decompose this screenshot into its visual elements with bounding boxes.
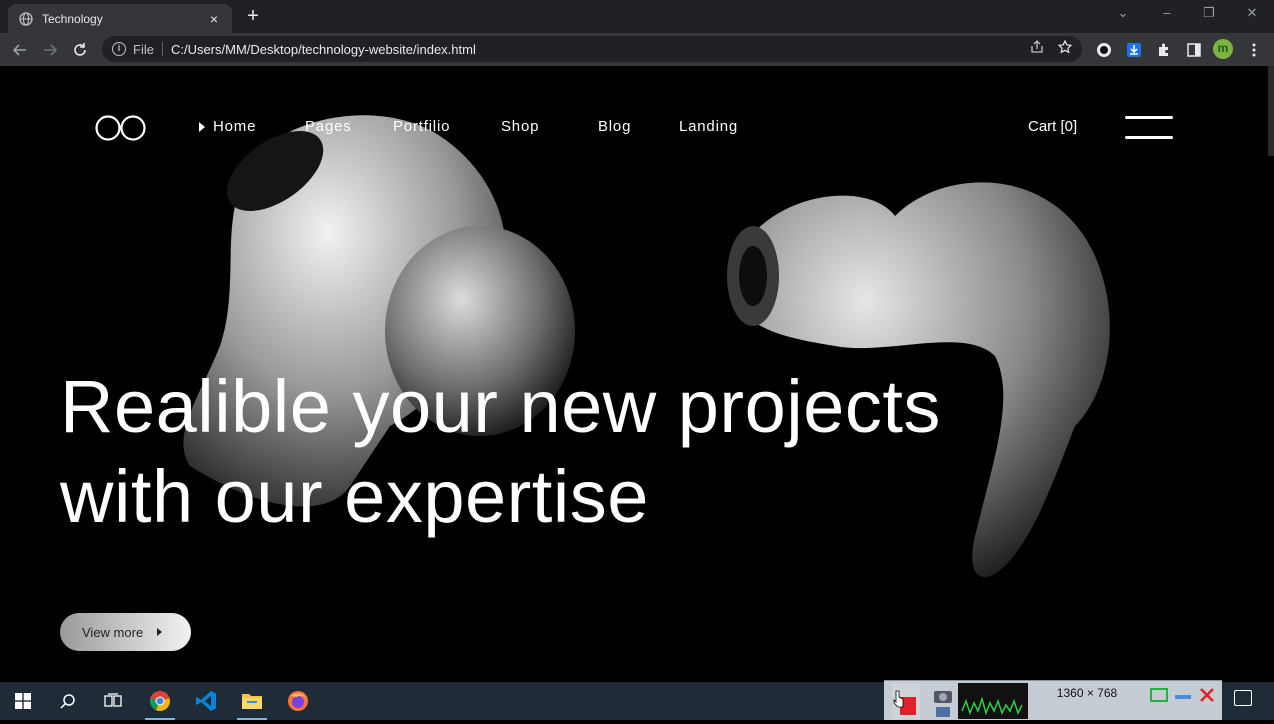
- browser-toolbar: i File C:/Users/MM/Desktop/technology-we…: [0, 33, 1274, 66]
- recorder-size-label: 1360 × 768: [1056, 686, 1118, 700]
- hero-section: Home Pages Portfilio Shop Blog Landing C…: [0, 66, 1274, 682]
- nav-portfolio[interactable]: Portfilio: [393, 118, 450, 135]
- url-text[interactable]: C:/Users/MM/Desktop/technology-website/i…: [171, 42, 1030, 57]
- globe-icon: [18, 11, 34, 27]
- forward-icon[interactable]: [40, 40, 60, 60]
- view-more-label: View more: [82, 624, 144, 640]
- nav-shop[interactable]: Shop: [501, 118, 539, 135]
- bookmark-star-icon[interactable]: [1057, 39, 1073, 59]
- restore-icon[interactable]: ❐: [1199, 5, 1219, 21]
- hero-headline: Realible your new projects with our expe…: [60, 362, 1060, 542]
- back-icon[interactable]: [10, 40, 30, 60]
- minimize-icon[interactable]: –: [1157, 5, 1177, 20]
- task-view-icon[interactable]: [90, 682, 136, 720]
- caret-right-icon: [157, 628, 163, 636]
- notification-center-icon[interactable]: [1234, 690, 1252, 706]
- side-panel-icon[interactable]: [1184, 40, 1204, 60]
- nav-landing[interactable]: Landing: [679, 118, 738, 135]
- file-explorer-icon[interactable]: [229, 682, 275, 720]
- url-scheme: File: [133, 41, 154, 57]
- audio-meter: [958, 683, 1028, 719]
- firefox-icon[interactable]: [275, 682, 321, 720]
- search-icon[interactable]: [45, 682, 91, 720]
- extensions-puzzle-icon[interactable]: [1154, 40, 1174, 60]
- nav-home[interactable]: Home: [213, 118, 256, 135]
- tab-search-icon[interactable]: ⌄: [1113, 5, 1133, 21]
- hero-headline-line2: with our expertise: [60, 455, 649, 538]
- chrome-icon[interactable]: [137, 682, 183, 720]
- nav-pages[interactable]: Pages: [305, 118, 352, 135]
- close-red-icon[interactable]: [1196, 683, 1218, 719]
- download-extension-icon[interactable]: [1124, 40, 1144, 60]
- share-icon[interactable]: [1030, 39, 1044, 59]
- browser-tab[interactable]: Technology ×: [8, 4, 232, 33]
- extension-record-icon[interactable]: [1094, 40, 1114, 60]
- window-close-icon[interactable]: ✕: [1242, 5, 1262, 21]
- site-logo[interactable]: [95, 115, 147, 141]
- address-bar[interactable]: i File C:/Users/MM/Desktop/technology-we…: [102, 36, 1082, 62]
- active-nav-caret-icon: [199, 122, 205, 132]
- mouse-pointer-icon: [893, 690, 904, 708]
- site-info-icon[interactable]: i: [112, 42, 126, 56]
- start-icon[interactable]: [0, 682, 46, 720]
- browser-tab-strip: Technology × + ⌄ – ❐ ✕: [0, 0, 1274, 33]
- maximize-green-icon[interactable]: [1148, 683, 1170, 719]
- vscode-icon[interactable]: [183, 682, 229, 720]
- camera-icon[interactable]: [930, 683, 956, 719]
- page-scrollbar[interactable]: [1268, 66, 1274, 156]
- hero-headline-line1: Realible your new projects: [60, 365, 941, 448]
- minimize-blue-icon[interactable]: [1172, 683, 1194, 719]
- nav-blog[interactable]: Blog: [598, 118, 631, 135]
- reload-icon[interactable]: [70, 40, 90, 60]
- tab-title: Technology: [42, 11, 103, 26]
- menu-kebab-icon[interactable]: [1244, 40, 1264, 60]
- profile-avatar[interactable]: m: [1213, 39, 1233, 59]
- divider: [161, 42, 163, 56]
- close-tab-icon[interactable]: ×: [206, 11, 222, 27]
- cart-link[interactable]: Cart [0]: [1028, 118, 1077, 135]
- hamburger-menu-icon[interactable]: [1125, 116, 1173, 140]
- new-tab-button[interactable]: +: [244, 5, 262, 28]
- view-more-button[interactable]: View more: [60, 613, 191, 651]
